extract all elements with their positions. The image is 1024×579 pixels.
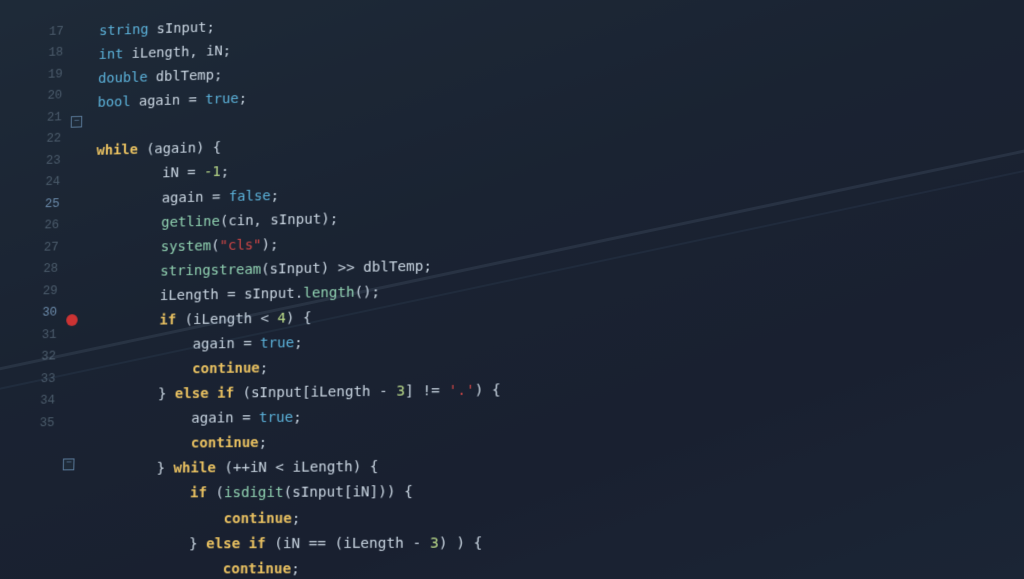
line-num-19: 19: [21, 64, 63, 87]
code-line-37: } else if (iN == (iLength - 3) ) {: [88, 529, 1024, 557]
line-num-32: 32: [14, 346, 56, 369]
line-num-34: 34: [13, 390, 55, 413]
code-line-36: continue;: [88, 503, 1024, 533]
line-num-17: 17: [22, 21, 64, 44]
line-num-20: 20: [21, 85, 63, 108]
code-area: string sInput; int iLength, iN; double d…: [76, 0, 1024, 579]
line-num-26: 26: [17, 215, 59, 238]
editor-inner: 17 18 19 20 21 22 23 24 25 26 27 28 29 3…: [9, 0, 1024, 579]
fold-marker-21[interactable]: −: [71, 116, 83, 128]
line-num-30: 30: [15, 302, 57, 325]
line-num-35: 35: [12, 412, 54, 435]
editor-container: 17 18 19 20 21 22 23 24 25 26 27 28 29 3…: [0, 0, 1024, 579]
line-num-18: 18: [22, 42, 64, 65]
line-num-23: 23: [19, 150, 61, 173]
line-num-28: 28: [16, 258, 58, 281]
code-line-38: continue;: [87, 555, 1024, 579]
line-num-22: 22: [20, 128, 62, 151]
line-num-21: 21: [20, 107, 62, 130]
line-num-27: 27: [17, 237, 59, 260]
line-num-33: 33: [13, 368, 55, 391]
fold-marker-35[interactable]: −: [63, 458, 75, 470]
line-num-25: 25: [18, 193, 60, 216]
line-num-31: 31: [15, 324, 57, 347]
breakpoint-29[interactable]: [66, 314, 78, 326]
line-num-29: 29: [16, 280, 58, 303]
line-num-24: 24: [18, 172, 60, 195]
